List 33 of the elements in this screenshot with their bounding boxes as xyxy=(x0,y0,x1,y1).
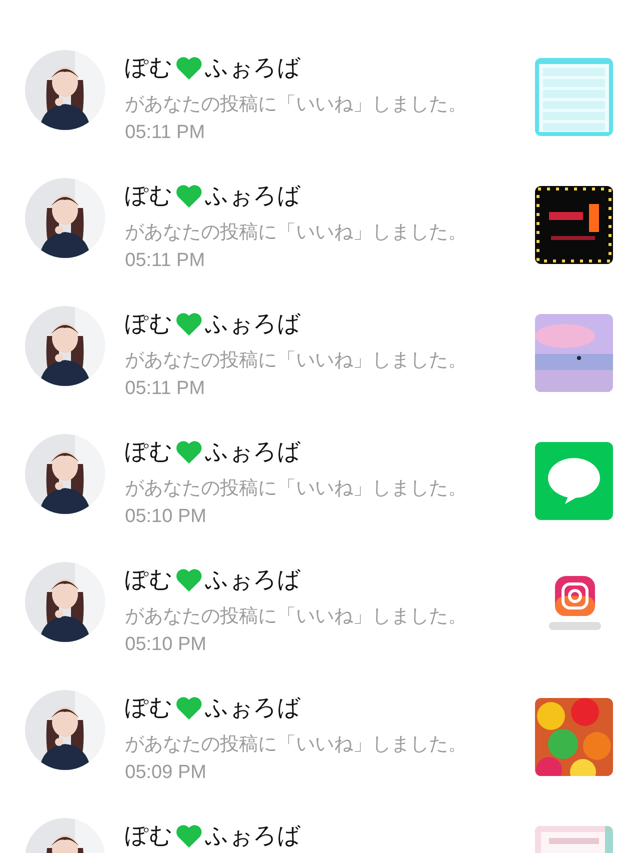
user-name: ふぉろば xyxy=(205,822,301,851)
heart-icon xyxy=(175,55,203,81)
user-name: ぽむ xyxy=(125,438,173,467)
user-name: ふぉろば xyxy=(205,310,301,339)
user-name: ふぉろば xyxy=(205,694,301,723)
notification-text: があなたの投稿に「いいね」しました。 xyxy=(125,476,467,501)
user-name: ふぉろば xyxy=(205,182,301,211)
timestamp: 05:10 PM xyxy=(125,505,206,529)
user-name: ぽむ xyxy=(125,310,173,339)
heart-icon xyxy=(175,183,203,209)
user-name: ぽむ xyxy=(125,694,173,723)
heart-icon xyxy=(175,439,203,465)
timestamp: 05:11 PM xyxy=(125,121,205,145)
user-name: ぽむ xyxy=(125,54,173,83)
timestamp: 05:11 PM xyxy=(125,377,205,401)
notification-text: があなたの投稿に「いいね」しました。 xyxy=(125,604,467,629)
user-name: ふぉろば xyxy=(205,438,301,467)
user-name: ふぉろば xyxy=(205,566,301,595)
notification-text: があなたの投稿に「いいね」しました。 xyxy=(125,732,467,757)
user-name: ぽむ xyxy=(125,566,173,595)
user-name: ぽむ xyxy=(125,182,173,211)
heart-icon xyxy=(175,311,203,337)
user-name: ぽむ xyxy=(125,822,173,851)
heart-icon xyxy=(175,823,203,849)
heart-icon xyxy=(175,695,203,721)
timestamp: 05:10 PM xyxy=(125,633,206,657)
notification-text: があなたの投稿に「いいね」しました。 xyxy=(125,92,467,117)
user-name: ふぉろば xyxy=(205,54,301,83)
timestamp: 05:11 PM xyxy=(125,249,205,273)
notification-text: があなたの投稿に「いいね」しました。 xyxy=(125,348,467,373)
timestamp: 05:09 PM xyxy=(125,761,206,785)
notification-text: があなたの投稿に「いいね」しました。 xyxy=(125,220,467,245)
heart-icon xyxy=(175,567,203,593)
